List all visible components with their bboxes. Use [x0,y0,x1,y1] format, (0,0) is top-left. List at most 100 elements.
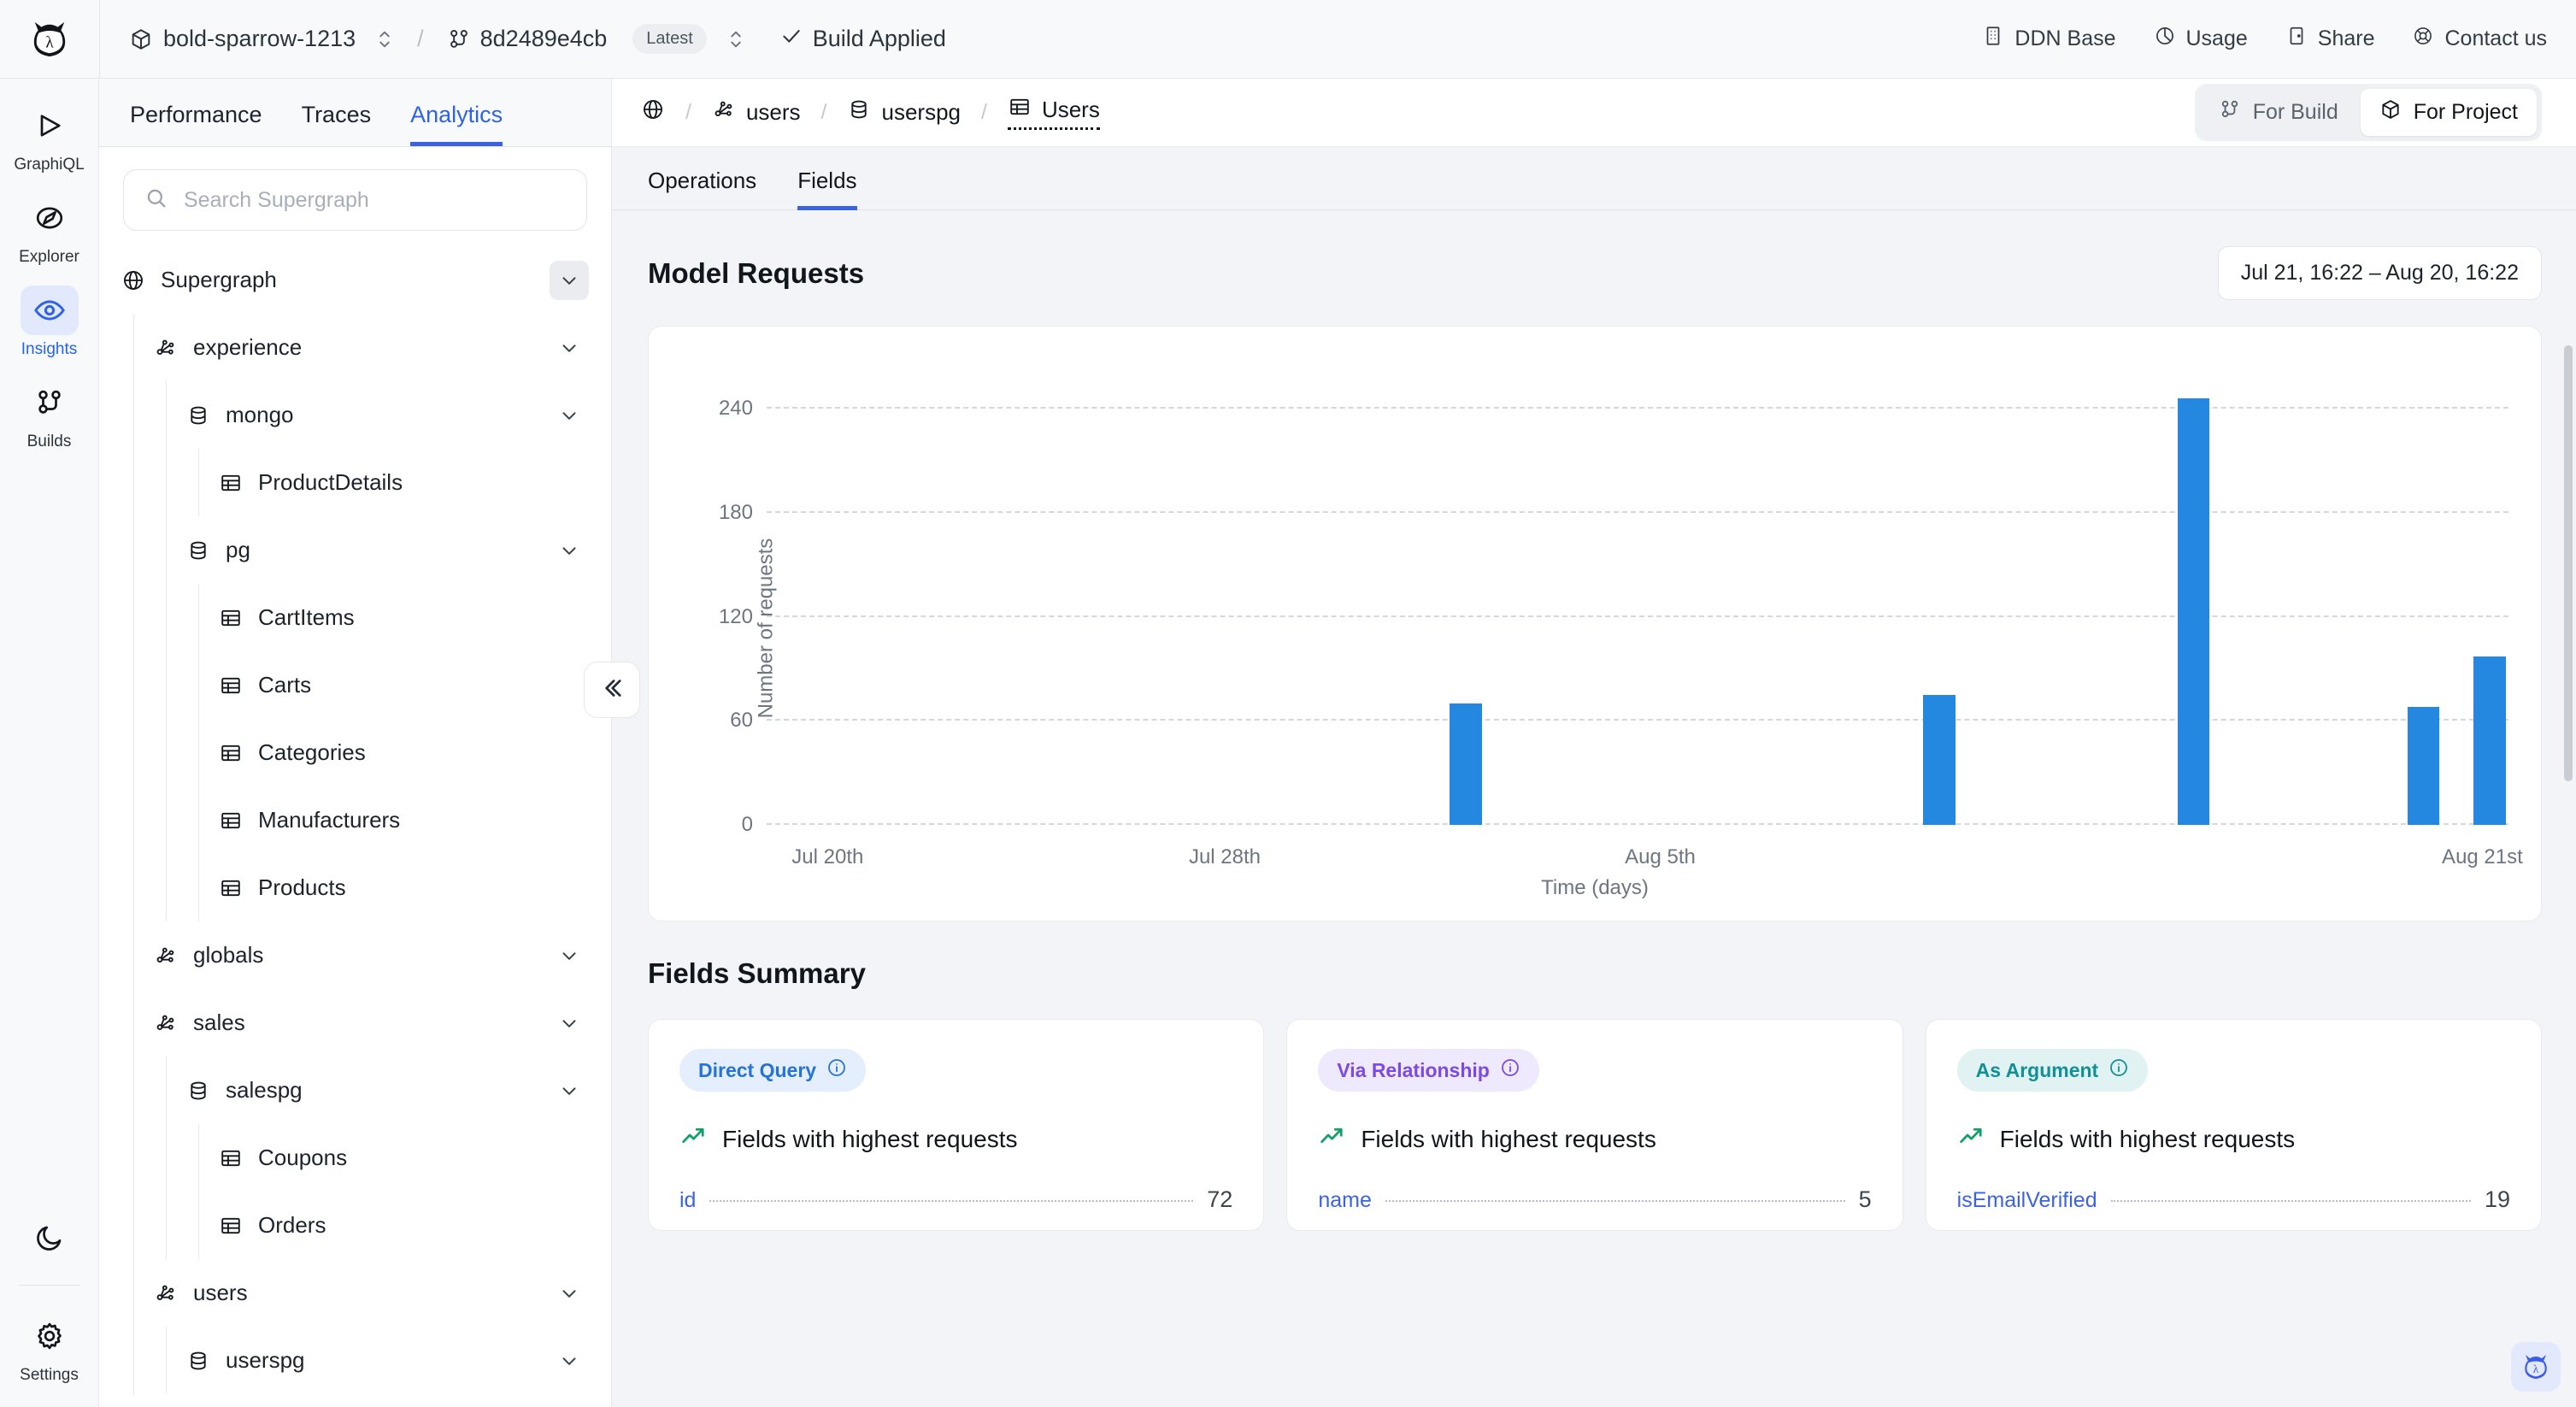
info-icon[interactable] [826,1057,847,1083]
card-direct-query: Direct Query Fields with highest request… [648,1019,1265,1231]
breadcrumb-supergraph[interactable] [641,97,665,127]
breadcrumb-users[interactable]: users [712,97,801,127]
dark-mode-toggle[interactable] [10,1213,89,1263]
breadcrumb: / users / userspg / Users [641,95,1100,130]
sidebar-item-settings[interactable]: Settings [10,1311,89,1385]
subtab-fields[interactable]: Fields [797,168,857,210]
chevron-down-icon[interactable] [550,1341,589,1381]
segment-for-build[interactable]: For Build [2200,89,2357,136]
tab-performance[interactable]: Performance [130,102,262,146]
tree-node-productdetails[interactable]: ProductDetails [99,449,611,516]
tab-analytics[interactable]: Analytics [410,102,503,146]
field-name[interactable]: isEmailVerified [1957,1188,2097,1213]
ddn-base-link[interactable]: DDN Base [1982,25,2116,53]
chart-bar[interactable] [2177,398,2210,825]
chevron-down-icon[interactable] [550,936,589,975]
tree-node-categories[interactable]: Categories [99,719,611,786]
chart-inner: Number of requests 0 60 120 180 240 Jul 20th J… [674,352,2523,904]
field-row[interactable]: isEmailVerified 19 [1957,1186,2510,1213]
tree-node-pg[interactable]: pg [99,516,611,584]
tree-node-globals[interactable]: globals [99,921,611,989]
database-icon [186,1079,210,1103]
tree-node-orders[interactable]: Orders [99,1192,611,1259]
usage-link[interactable]: Usage [2154,25,2248,53]
chart-bar[interactable] [2473,656,2506,825]
chevron-down-icon[interactable] [550,396,589,435]
tab-traces[interactable]: Traces [302,102,372,146]
share-label: Share [2317,26,2375,50]
chevron-down-icon[interactable] [550,531,589,570]
tree-node-mongo[interactable]: mongo [99,381,611,449]
chart-bar[interactable] [2407,707,2440,825]
tree-node-experience[interactable]: experience [99,314,611,381]
build-selector[interactable]: 8d2489e4cb Latest [443,17,750,61]
card-subtitle: Fields with highest requests [1999,1125,2296,1152]
lifebuoy-icon [2412,25,2434,53]
subtab-operations[interactable]: Operations [648,168,756,210]
search-box[interactable] [123,169,587,231]
chevron-down-icon[interactable] [550,260,589,300]
build-status-label: Build Applied [812,26,946,51]
sidebar-item-builds[interactable]: Builds [10,378,89,451]
chevron-down-icon[interactable] [550,1071,589,1110]
sidebar-label-graphiql: GraphiQL [14,156,85,174]
chevron-down-icon[interactable] [550,1004,589,1043]
leader-dots [1385,1200,1845,1202]
trend-up-icon [679,1122,707,1156]
field-row[interactable]: id 72 [679,1186,1232,1213]
app-logo[interactable]: λ [0,0,99,79]
project-stepper-icon[interactable] [376,28,393,50]
status-badge[interactable]: As Argument [1956,1049,2149,1092]
chart-bar[interactable] [1923,694,1956,825]
chart-bar[interactable] [1449,704,1482,825]
branch-icon [2219,98,2241,127]
tree-node-salespg[interactable]: salespg [99,1057,611,1124]
sidebar-item-insights[interactable]: Insights [10,286,89,359]
chevron-down-icon[interactable] [550,328,589,368]
field-name[interactable]: id [679,1188,696,1213]
tree-node-users[interactable]: users [99,1259,611,1327]
tree-node-carts[interactable]: Carts [99,651,611,719]
sidebar-item-explorer[interactable]: Explorer [10,193,89,267]
ddn-base-label: DDN Base [2014,26,2116,50]
breadcrumb-userspg[interactable]: userspg [847,97,961,127]
status-badge[interactable]: Via Relationship [1318,1049,1539,1092]
sidebar-item-graphiql[interactable]: GraphiQL [10,101,89,174]
tree-node-sales[interactable]: sales [99,989,611,1057]
gear-icon [21,1311,79,1361]
share-link[interactable]: Share [2285,25,2375,53]
breadcrumb-current-users-table[interactable]: Users [1007,95,1100,130]
segment-label: For Build [2252,100,2338,124]
project-name: bold-sparrow-1213 [163,26,356,51]
build-stepper-icon[interactable] [727,28,744,50]
hasura-lambda-logo: λ [33,21,66,56]
scrollbar-thumb[interactable] [2564,345,2573,781]
date-range-picker[interactable]: Jul 21, 16:22 – Aug 20, 16:22 [2217,246,2542,300]
project-selector[interactable]: bold-sparrow-1213 [124,19,398,59]
content-scrollbar[interactable] [2564,284,2573,1400]
status-badge[interactable]: Direct Query [679,1049,867,1092]
segment-for-project[interactable]: For Project [2360,89,2537,136]
search-input[interactable] [184,187,566,213]
info-icon[interactable] [2108,1057,2129,1083]
tree-node-coupons[interactable]: Coupons [99,1124,611,1192]
contact-us-link[interactable]: Contact us [2412,25,2547,53]
tree-node-cartitems[interactable]: CartItems [99,584,611,651]
database-icon [186,403,210,427]
body-split: GraphiQL Explorer Insights Builds Settin… [0,79,2576,1407]
field-name[interactable]: name [1318,1188,1372,1213]
tree-node-manufacturers[interactable]: Manufacturers [99,786,611,854]
tree-node-userspg[interactable]: userspg [99,1327,611,1394]
help-button[interactable]: λ [2511,1342,2561,1392]
breadcrumb-separator: / [980,100,987,124]
field-row[interactable]: name 5 [1318,1186,1871,1213]
tree-node-products[interactable]: Products [99,854,611,921]
tree-node-supergraph[interactable]: Supergraph [99,246,611,314]
collapse-sidebar-button[interactable] [584,662,640,718]
search-icon [144,186,168,215]
info-icon[interactable] [1500,1057,1520,1083]
tree-label: pg [226,537,250,562]
chevron-down-icon[interactable] [550,1274,589,1313]
chart-plot-area[interactable]: 0 60 120 180 240 Jul 20th Jul 28th Aug 5th Aug 2… [719,383,2523,868]
tree-label: sales [193,1010,245,1035]
